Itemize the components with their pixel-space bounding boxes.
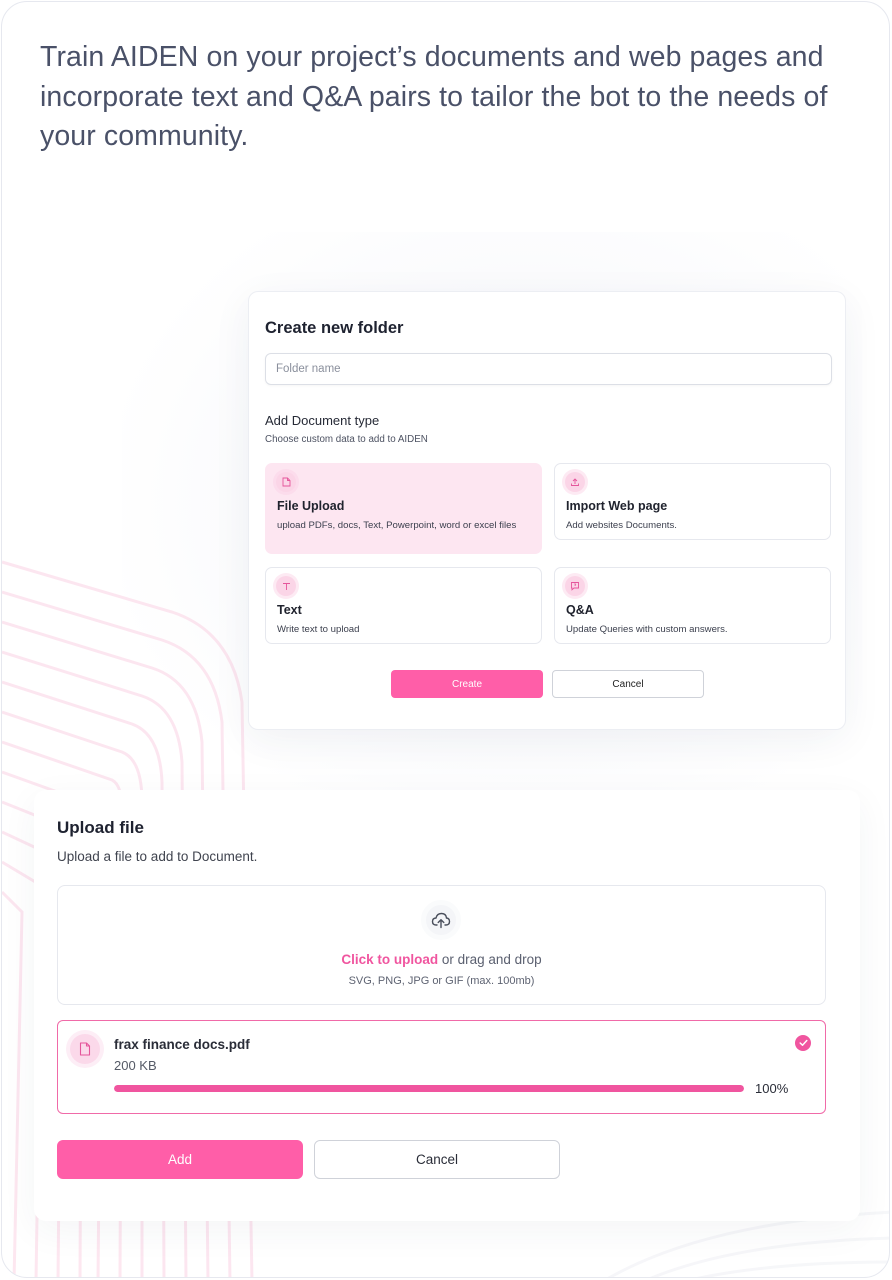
upload-subtitle: Upload a file to add to Document. [57, 849, 258, 864]
headline: Train AIDEN on your project’s documents … [40, 41, 828, 152]
cloud-upload-icon [421, 900, 461, 940]
create-button[interactable]: Create [391, 670, 543, 698]
create-folder-dialog: Create new folder Add Document type Choo… [248, 291, 846, 730]
doc-type-subtitle: Choose custom data to add to AIDEN [265, 434, 428, 445]
click-to-upload-link[interactable]: Click to upload [341, 952, 438, 967]
upload-progress-bar [114, 1085, 744, 1092]
upload-title: Upload file [57, 818, 144, 837]
check-circle-icon [795, 1035, 811, 1051]
cancel-upload-button[interactable]: Cancel [314, 1140, 560, 1179]
file-type-hint: SVG, PNG, JPG or GIF (max. 100mb) [348, 975, 535, 987]
option-description: Update Queries with custom answers. [566, 624, 728, 635]
option-title: Text [277, 603, 302, 617]
option-description: upload PDFs, docs, Text, Powerpoint, wor… [277, 520, 517, 531]
file-name: frax finance docs.pdf [114, 1037, 250, 1052]
add-button[interactable]: Add [57, 1140, 303, 1179]
chat-question-icon [565, 576, 585, 596]
cancel-button[interactable]: Cancel [552, 670, 704, 698]
option-file-upload[interactable]: File Upload upload PDFs, docs, Text, Pow… [265, 463, 542, 554]
option-import-web-page[interactable]: Import Web page Add websites Documents. [554, 463, 831, 540]
option-title: Import Web page [566, 499, 668, 513]
option-title: Q&A [566, 603, 594, 617]
option-description: Add websites Documents. [566, 520, 677, 531]
dropzone-instructions: Click to upload or drag and drop [58, 952, 825, 967]
upload-progress-percent: 100% [755, 1081, 789, 1096]
doc-type-title: Add Document type [265, 413, 380, 428]
file-size: 200 KB [114, 1058, 157, 1073]
option-description: Write text to upload [277, 624, 360, 635]
file-icon [276, 472, 296, 492]
folder-name-input[interactable] [265, 353, 832, 385]
text-t-icon [276, 576, 296, 596]
upload-progress-fill [114, 1085, 744, 1092]
upload-tray-icon [565, 472, 585, 492]
drag-drop-text: or drag and drop [438, 952, 542, 967]
option-qa[interactable]: Q&A Update Queries with custom answers. [554, 567, 831, 644]
pdf-file-icon [70, 1034, 100, 1064]
uploaded-file-item: frax finance docs.pdf 200 KB 100% [57, 1020, 826, 1114]
option-title: File Upload [277, 499, 345, 513]
file-dropzone[interactable]: Click to upload or drag and drop SVG, PN… [57, 885, 826, 1005]
create-folder-title: Create new folder [265, 319, 404, 337]
option-text[interactable]: Text Write text to upload [265, 567, 542, 644]
upload-file-dialog: Upload file Upload a file to add to Docu… [34, 790, 860, 1221]
